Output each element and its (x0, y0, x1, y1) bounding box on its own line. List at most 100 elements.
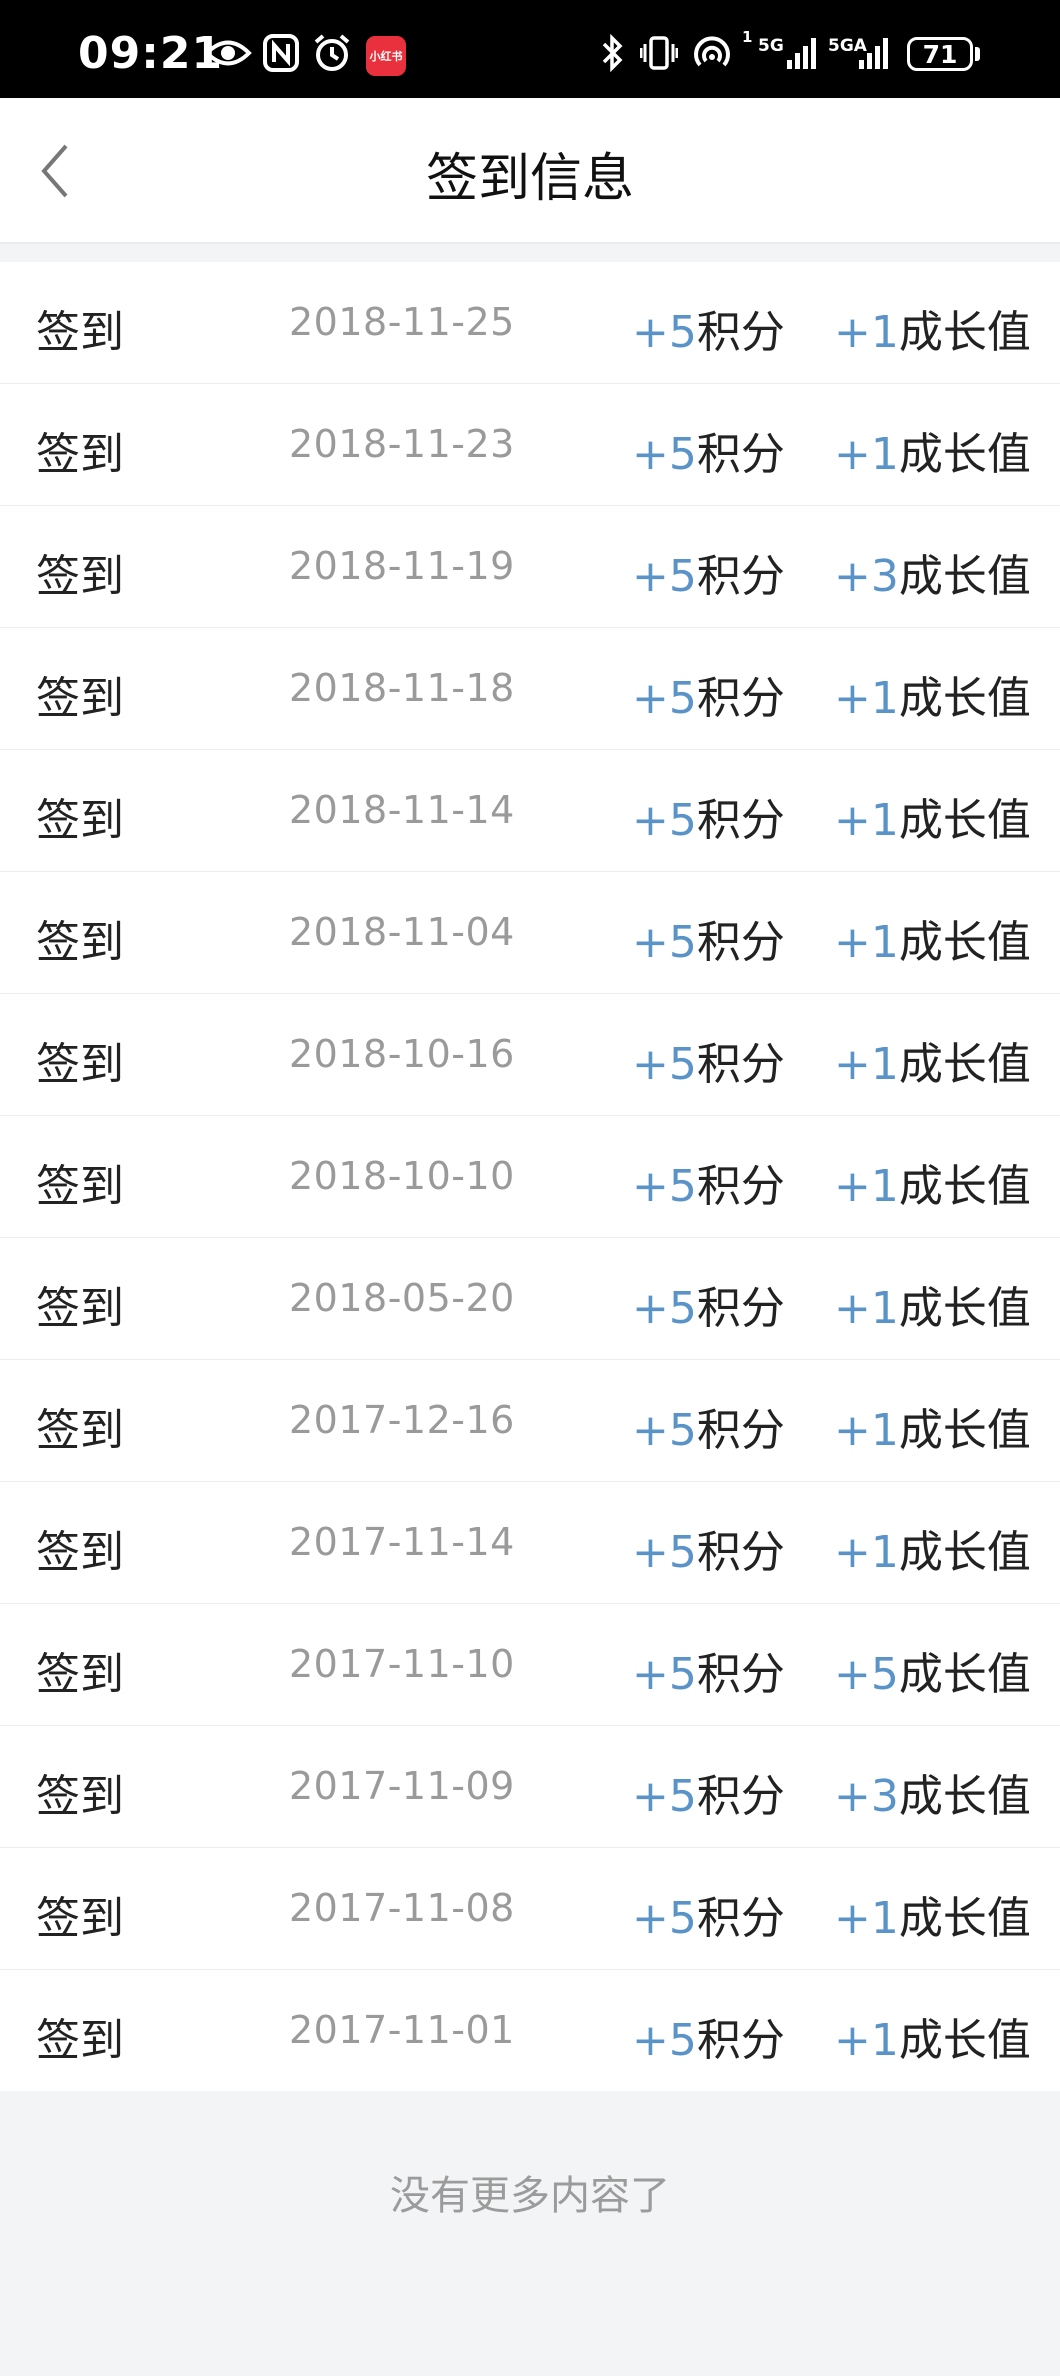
record-growth: +3成长值 (834, 1760, 1031, 1824)
alarm-icon (312, 33, 352, 73)
growth-amount: +5 (834, 1649, 899, 1700)
points-unit: 积分 (696, 673, 785, 724)
record-type: 签到 (36, 1893, 124, 1944)
list-item: 签到 2018-11-04 +5积分 +1成长值 (0, 872, 1060, 994)
record-growth: +1成长值 (834, 1882, 1031, 1946)
no-more-content-text: 没有更多内容了 (390, 2173, 670, 2219)
record-points: +5积分 (632, 1516, 785, 1580)
network-5g-label: 5G (758, 36, 784, 56)
points-unit: 积分 (696, 795, 785, 846)
growth-amount: +1 (834, 2015, 899, 2066)
sim-index: 1 (742, 28, 753, 46)
record-date: 2017-11-08 (289, 1886, 515, 1930)
record-points: +5积分 (632, 1028, 785, 1092)
vibrate-icon (640, 33, 678, 73)
record-growth: +1成长值 (834, 2004, 1031, 2068)
growth-amount: +1 (834, 795, 899, 846)
points-amount: +5 (632, 795, 697, 846)
list-item: 签到 2018-11-14 +5积分 +1成长值 (0, 750, 1060, 872)
growth-unit: 成长值 (898, 1039, 1031, 1090)
record-growth: +1成长值 (834, 1272, 1031, 1336)
list-item: 签到 2017-11-08 +5积分 +1成长值 (0, 1848, 1060, 1970)
points-amount: +5 (632, 1161, 697, 1212)
growth-amount: +1 (834, 1893, 899, 1944)
growth-amount: +1 (834, 1283, 899, 1334)
growth-amount: +1 (834, 917, 899, 968)
growth-amount: +1 (834, 1527, 899, 1578)
page-title: 签到信息 (425, 149, 634, 209)
points-unit: 积分 (696, 1649, 785, 1700)
record-points: +5积分 (632, 1150, 785, 1214)
record-type: 签到 (36, 1283, 124, 1334)
list-item: 签到 2018-11-23 +5积分 +1成长值 (0, 384, 1060, 506)
record-points: +5积分 (632, 1272, 785, 1336)
record-growth: +1成长值 (834, 906, 1031, 970)
bluetooth-icon (598, 33, 626, 73)
list-item: 签到 2017-11-09 +5积分 +3成长值 (0, 1726, 1060, 1848)
record-type: 签到 (36, 673, 124, 724)
growth-amount: +1 (834, 673, 899, 724)
record-points: +5积分 (632, 1760, 785, 1824)
record-points: +5积分 (632, 906, 785, 970)
points-amount: +5 (632, 1649, 697, 1700)
points-unit: 积分 (696, 2015, 785, 2066)
record-type: 签到 (36, 307, 124, 358)
growth-unit: 成长值 (898, 1405, 1031, 1456)
points-amount: +5 (632, 1771, 697, 1822)
eye-icon (204, 33, 252, 73)
points-unit: 积分 (696, 429, 785, 480)
record-growth: +5成长值 (834, 1638, 1031, 1702)
list-item: 签到 2017-11-10 +5积分 +5成长值 (0, 1604, 1060, 1726)
growth-unit: 成长值 (898, 1771, 1031, 1822)
record-date: 2018-11-14 (289, 788, 515, 832)
status-time: 09:21 (78, 28, 224, 79)
points-unit: 积分 (696, 1771, 785, 1822)
record-growth: +1成长值 (834, 418, 1031, 482)
record-type: 签到 (36, 1405, 124, 1456)
list-item: 签到 2017-11-01 +5积分 +1成长值 (0, 1970, 1060, 2092)
points-unit: 积分 (696, 1161, 785, 1212)
record-points: +5积分 (632, 540, 785, 604)
record-growth: +1成长值 (834, 662, 1031, 726)
nav-bar: 签到信息 (0, 98, 1060, 244)
growth-unit: 成长值 (898, 2015, 1031, 2066)
points-unit: 积分 (696, 307, 785, 358)
points-unit: 积分 (696, 1527, 785, 1578)
growth-unit: 成长值 (898, 1649, 1031, 1700)
points-unit: 积分 (696, 1039, 785, 1090)
list-item: 签到 2017-12-16 +5积分 +1成长值 (0, 1360, 1060, 1482)
growth-amount: +1 (834, 429, 899, 480)
signal-bars-2-icon (858, 33, 892, 73)
record-date: 2018-11-19 (289, 544, 515, 588)
checkin-record-list: 签到 2018-11-25 +5积分 +1成长值 签到 2018-11-23 +5积分 +1成… (0, 262, 1060, 2092)
points-amount: +5 (632, 673, 697, 724)
growth-unit: 成长值 (898, 551, 1031, 602)
record-type: 签到 (36, 429, 124, 480)
growth-unit: 成长值 (898, 1893, 1031, 1944)
record-type: 签到 (36, 551, 124, 602)
growth-amount: +1 (834, 307, 899, 358)
points-unit: 积分 (696, 917, 785, 968)
record-type: 签到 (36, 1039, 124, 1090)
record-date: 2017-12-16 (289, 1398, 515, 1442)
growth-unit: 成长值 (898, 673, 1031, 724)
record-growth: +1成长值 (834, 296, 1031, 360)
record-date: 2018-11-25 (289, 300, 515, 344)
record-date: 2018-10-10 (289, 1154, 515, 1198)
record-growth: +1成长值 (834, 1150, 1031, 1214)
record-type: 签到 (36, 1527, 124, 1578)
record-points: +5积分 (632, 2004, 785, 2068)
growth-amount: +3 (834, 551, 899, 602)
list-item: 签到 2018-11-19 +5积分 +3成长值 (0, 506, 1060, 628)
growth-amount: +3 (834, 1771, 899, 1822)
record-date: 2018-11-23 (289, 422, 515, 466)
growth-unit: 成长值 (898, 1527, 1031, 1578)
record-type: 签到 (36, 1771, 124, 1822)
battery-tip (975, 47, 980, 61)
record-date: 2018-10-16 (289, 1032, 515, 1076)
record-date: 2017-11-09 (289, 1764, 515, 1808)
points-amount: +5 (632, 1893, 697, 1944)
points-amount: +5 (632, 1039, 697, 1090)
points-unit: 积分 (696, 551, 785, 602)
points-amount: +5 (632, 551, 697, 602)
